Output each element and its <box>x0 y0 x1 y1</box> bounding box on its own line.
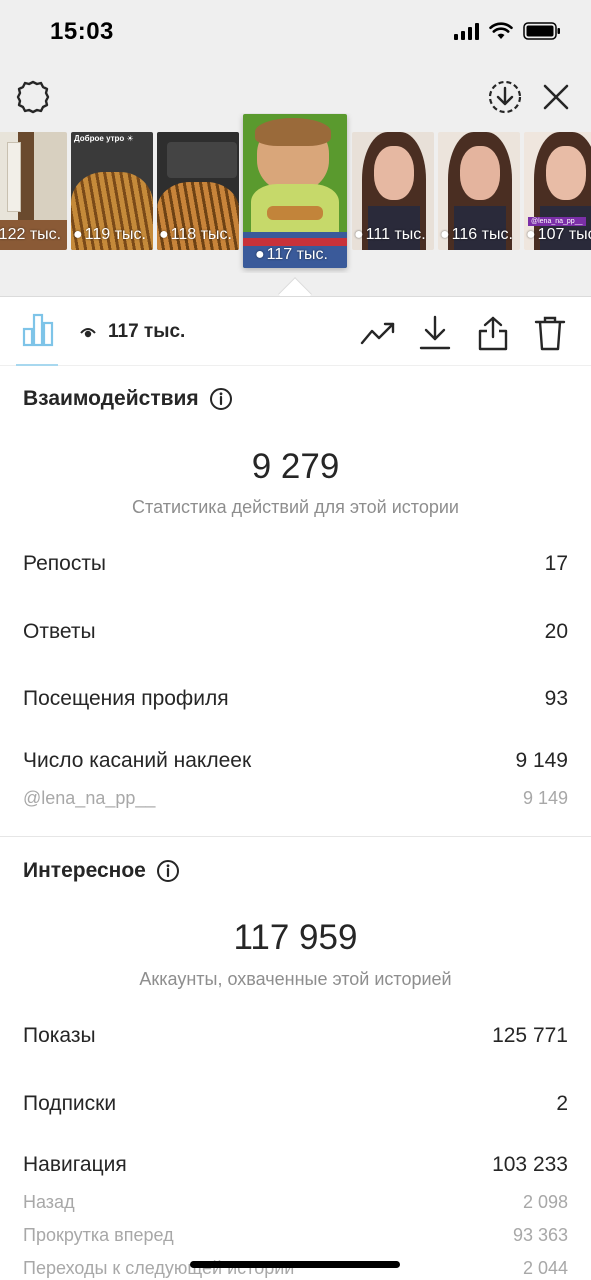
info-icon[interactable] <box>156 859 180 883</box>
battery-icon <box>523 22 560 40</box>
eye-icon: ● <box>159 226 169 243</box>
thumb-caption: Доброе утро ☀ <box>74 134 134 143</box>
thumb-views: 116 тыс. <box>451 226 513 243</box>
bar-chart-icon[interactable] <box>16 311 60 363</box>
stat-value: 2 098 <box>522 1192 568 1212</box>
stat-value: 93 <box>544 687 568 710</box>
interactions-total: 9 279 <box>251 447 340 486</box>
thumb-views: 107 тыс. <box>537 226 591 243</box>
story-thumbnail[interactable]: ●122 тыс. <box>0 132 67 250</box>
eye-icon <box>80 328 96 338</box>
thumb-views: 119 тыс. <box>84 226 146 243</box>
gear-icon[interactable] <box>12 76 54 118</box>
status-icons <box>454 22 561 40</box>
story-thumbnail[interactable]: ● 111 тыс. <box>352 132 434 250</box>
eye-icon: ● <box>440 226 450 243</box>
interactions-caption: Статистика действий для этой истории <box>132 497 459 517</box>
stat-label: Репосты <box>23 552 107 575</box>
stat-value: 2 044 <box>522 1258 568 1278</box>
trend-icon[interactable] <box>358 313 398 353</box>
thumb-views: 118 тыс. <box>170 226 232 243</box>
status-time: 15:03 <box>50 18 114 45</box>
story-header: 15:03 122 тыс. Доброе утро ☀ ● 119 тыс. … <box>0 0 591 296</box>
trash-icon[interactable] <box>530 313 570 353</box>
share-icon[interactable] <box>473 313 513 353</box>
thumb-views: 117 тыс. <box>266 246 328 263</box>
stat-value: 9 149 <box>515 749 568 772</box>
stat-row: Посещения профиля 93 <box>23 687 568 711</box>
story-thumbnail-selected[interactable]: ● 117 тыс. <box>243 114 347 268</box>
info-icon[interactable] <box>209 387 233 411</box>
story-thumbnails: ●122 тыс. Доброе утро ☀ ●119 тыс. ●118 т… <box>0 113 591 273</box>
stat-label: Посещения профиля <box>23 687 229 710</box>
stat-value: 17 <box>544 552 568 575</box>
stat-value: 20 <box>544 620 568 643</box>
status-bar: 15:03 <box>0 0 591 64</box>
wifi-icon <box>489 22 513 39</box>
stat-label: Показы <box>23 1024 96 1047</box>
thumb-mention-tag: @lena_na_pp__ <box>528 217 586 226</box>
discovery-title: Интересное <box>23 859 146 882</box>
download-circle-icon[interactable] <box>484 76 526 118</box>
sticker-mention-link[interactable]: @lena_na_pp__ <box>23 788 155 809</box>
stat-sub-row[interactable]: @lena_na_pp__ 9 149 <box>23 788 568 809</box>
story-thumbnail[interactable]: @lena_na_pp__ ●107 тыс. <box>524 132 591 250</box>
tab-underline <box>16 364 58 366</box>
stat-value: 2 <box>556 1092 568 1115</box>
stat-value: 103 233 <box>492 1153 568 1176</box>
views-count-label: 117 тыс. <box>108 321 186 342</box>
stat-sub-row: Прокрутка вперед 93 363 <box>23 1225 568 1246</box>
discovery-section-title: Интересное <box>23 859 180 883</box>
home-indicator[interactable] <box>190 1261 400 1268</box>
stat-label: Прокрутка вперед <box>23 1225 174 1245</box>
stat-label: Подписки <box>23 1092 117 1115</box>
stat-label: Назад <box>23 1192 75 1212</box>
thumb-views: 111 тыс. <box>365 226 426 243</box>
stat-row: Подписки 2 <box>23 1092 568 1116</box>
signal-icon <box>454 22 479 40</box>
stat-row: Показы 125 771 <box>23 1024 568 1048</box>
story-thumbnail[interactable]: Доброе утро ☀ ● 119 тыс. <box>71 132 153 250</box>
discovery-total: 117 959 <box>233 918 358 957</box>
eye-icon: ● <box>255 246 265 263</box>
stat-value: 125 771 <box>492 1024 568 1047</box>
eye-icon: ● <box>526 226 536 243</box>
insights-tab-row: 117 тыс. <box>0 296 591 366</box>
stat-value: 93 363 <box>512 1225 568 1245</box>
stat-row: Ответы 20 <box>23 620 568 644</box>
section-divider <box>0 836 591 837</box>
discovery-caption: Аккаунты, охваченные этой историей <box>139 969 452 989</box>
eye-icon: ● <box>354 226 364 243</box>
stat-label: Навигация <box>23 1153 127 1176</box>
thumb-views: 122 тыс. <box>0 226 62 243</box>
story-thumbnail[interactable]: ● 116 тыс. <box>438 132 520 250</box>
interactions-section-title: Взаимодействия <box>23 387 233 411</box>
close-icon[interactable] <box>535 76 577 118</box>
views-count: 117 тыс. <box>80 321 185 343</box>
story-thumbnail[interactable]: ● 118 тыс. <box>157 132 239 250</box>
stat-value: 9 149 <box>522 788 568 808</box>
stat-label: Число касаний наклеек <box>23 749 252 772</box>
download-icon[interactable] <box>415 313 455 353</box>
eye-icon: ● <box>73 226 83 243</box>
interactions-title: Взаимодействия <box>23 387 199 410</box>
stat-row: Репосты 17 <box>23 552 568 576</box>
stat-row: Число касаний наклеек 9 149 <box>23 749 568 773</box>
stat-label: Ответы <box>23 620 96 643</box>
stat-row: Навигация 103 233 <box>23 1153 568 1177</box>
stat-sub-row: Назад 2 098 <box>23 1192 568 1213</box>
